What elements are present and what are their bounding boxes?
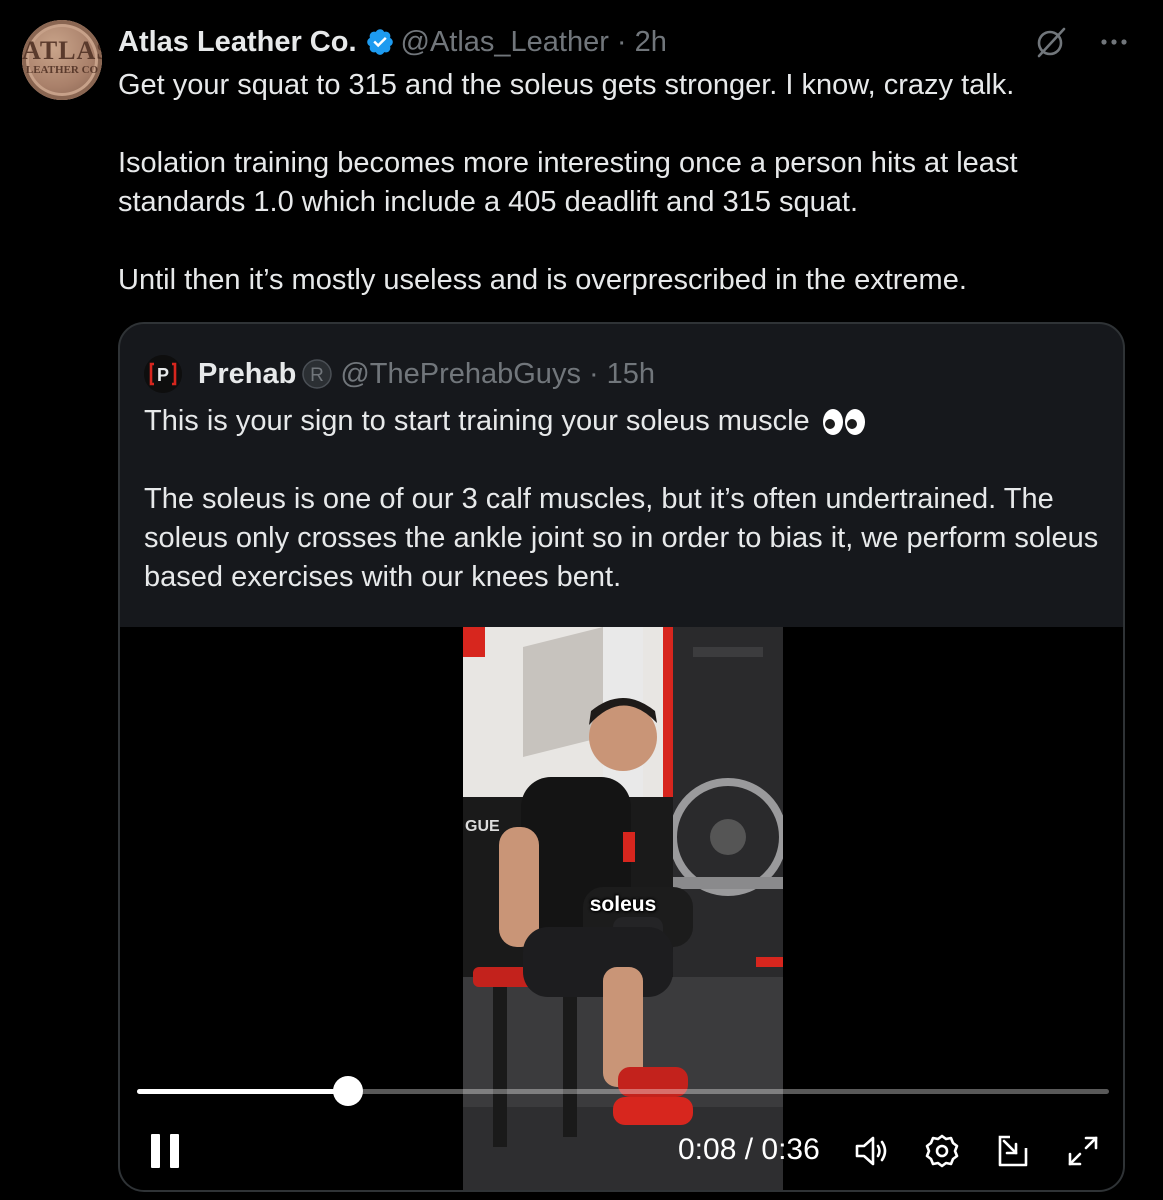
quoted-author-avatar[interactable]: P	[144, 355, 182, 393]
video-caption: soleus	[589, 893, 657, 916]
quoted-author-handle[interactable]: @ThePrehabGuys	[340, 358, 581, 391]
video-progress-fill	[137, 1089, 348, 1094]
volume-icon[interactable]	[853, 1132, 891, 1170]
quoted-post-time[interactable]: 15h	[607, 358, 655, 391]
tweet: ATLAS LEATHER CO Atlas Leather Co. @Atla…	[0, 0, 1163, 1200]
settings-icon[interactable]	[923, 1132, 961, 1170]
video-time-readout: 0:08 / 0:36	[678, 1133, 820, 1166]
verified-badge-icon[interactable]	[365, 27, 395, 57]
more-icon[interactable]	[1099, 27, 1129, 57]
svg-text:R: R	[310, 365, 324, 386]
grok-icon[interactable]	[1033, 24, 1069, 60]
video-player[interactable]: GUE soleus 0:08 / 0:36	[120, 627, 1123, 1190]
quoted-paragraph: This is your sign to start training your…	[144, 402, 1104, 441]
tweet-paragraph: Get your squat to 315 and the soleus get…	[118, 69, 1015, 101]
author-avatar[interactable]: ATLAS LEATHER CO	[22, 20, 102, 100]
frame-brand-text: GUE	[465, 818, 500, 835]
tweet-actions-top	[1033, 24, 1129, 60]
video-scrubber-handle[interactable]	[332, 1076, 363, 1106]
video-progress-bar[interactable]	[137, 1076, 1109, 1106]
author-display-name[interactable]: Atlas Leather Co.	[118, 26, 357, 59]
fullscreen-icon[interactable]	[1064, 1132, 1102, 1170]
quoted-author-display-name[interactable]: Prehab	[198, 358, 296, 391]
tweet-header: Atlas Leather Co. @Atlas_Leather · 2h	[118, 22, 667, 62]
pause-icon[interactable]	[148, 1131, 182, 1171]
quoted-post-text: This is your sign to start training your…	[144, 402, 1104, 597]
video-controls: 0:08 / 0:36	[120, 1127, 1123, 1177]
quoted-post-header: P Prehab R @ThePrehabGuys · 15h	[144, 354, 655, 394]
post-time[interactable]: 2h	[635, 26, 667, 59]
svg-text:P: P	[157, 365, 169, 385]
eyes-emoji-icon	[822, 409, 865, 436]
quoted-paragraph-text: This is your sign to start training your…	[144, 405, 810, 437]
quoted-post-card[interactable]: P Prehab R @ThePrehabGuys · 15h This is …	[118, 322, 1125, 1192]
author-handle[interactable]: @Atlas_Leather	[401, 26, 609, 59]
avatar-text-line2: LEATHER CO	[25, 64, 99, 76]
avatar-text-line1: ATLAS	[22, 36, 102, 65]
quoted-paragraph: The soleus is one of our 3 calf muscles,…	[144, 483, 1099, 593]
tweet-text: Get your squat to 315 and the soleus get…	[118, 66, 1118, 300]
tweet-paragraph: Until then it’s mostly useless and is ov…	[118, 264, 967, 296]
separator-dot: ·	[616, 25, 627, 58]
registered-badge-icon: R	[302, 359, 333, 389]
tweet-paragraph: Isolation training becomes more interest…	[118, 147, 1018, 218]
dock-icon[interactable]	[996, 1132, 1034, 1170]
separator-dot: ·	[588, 357, 599, 390]
